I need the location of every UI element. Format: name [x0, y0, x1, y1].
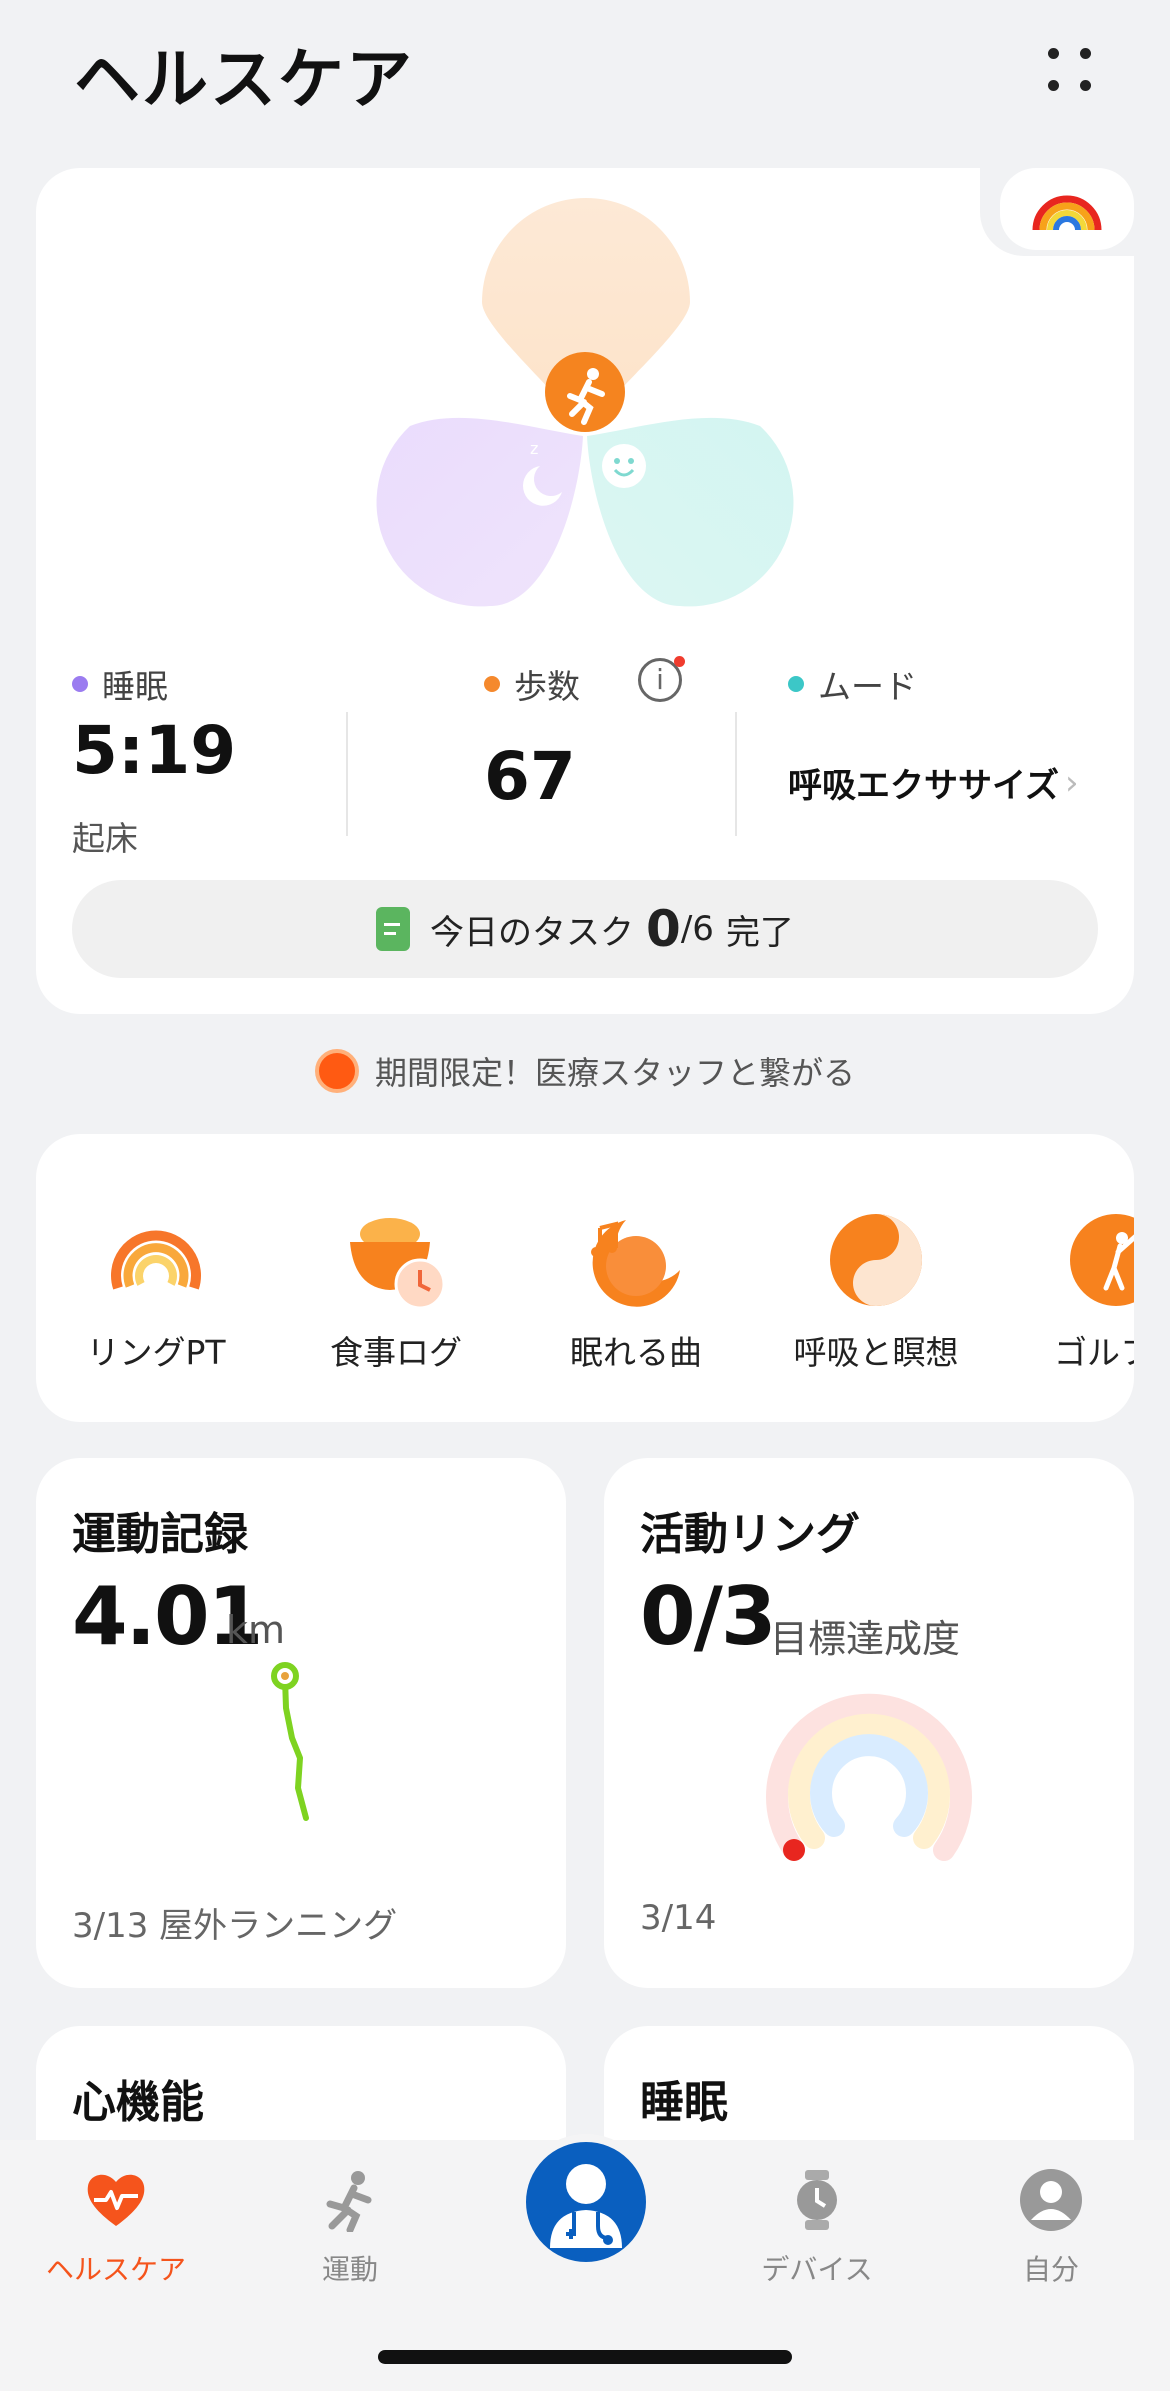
- page-title: ヘルスケア: [74, 41, 414, 118]
- nav-health[interactable]: ヘルスケア: [0, 2140, 236, 2300]
- runner-icon: [545, 352, 625, 432]
- wellness-petal-graphic: z: [376, 198, 794, 607]
- doctor-consult-button[interactable]: [518, 2134, 654, 2270]
- task-done-count: 0: [646, 900, 681, 958]
- rings-card-title: 活動リング: [640, 1509, 860, 1560]
- sleep-label: 睡眠: [72, 660, 168, 708]
- breathing-icon: [830, 1214, 922, 1306]
- rainbow-ring-icon: [1032, 195, 1102, 231]
- task-label: 今日のタスク: [430, 912, 635, 953]
- shortcut-golf[interactable]: ゴルフ: [1006, 1134, 1134, 1422]
- watch-icon: [797, 2170, 837, 2230]
- meal-log-icon: [350, 1218, 446, 1310]
- ring-pt-icon: [111, 1230, 201, 1290]
- today-task-bar[interactable]: 今日のタスク 0 /6 完了: [72, 880, 1098, 978]
- activity-rings-button[interactable]: [1000, 168, 1134, 250]
- more-menu-icon[interactable]: [1040, 40, 1100, 100]
- rings-unit: 目標達成度: [770, 1617, 961, 1661]
- shortcut-meal-log[interactable]: 食事ログ: [286, 1134, 506, 1422]
- exercise-record-card[interactable]: 運動記録 4.01 km 3/13 屋外ランニング: [36, 1458, 566, 1988]
- shortcut-sleep-music[interactable]: 眠れる曲: [526, 1134, 746, 1422]
- notification-dot: [674, 656, 685, 667]
- exercise-date-type: 3/13 屋外ランニング: [72, 1906, 398, 1946]
- steps-value[interactable]: 67: [484, 738, 576, 815]
- divider: [346, 712, 348, 836]
- nav-exercise[interactable]: 運動: [230, 2140, 470, 2300]
- rings-date: 3/14: [640, 1898, 717, 1938]
- doctor-icon: [550, 2164, 622, 2248]
- wake-label: 起床: [72, 819, 138, 858]
- home-indicator: [378, 2350, 792, 2364]
- steps-label: 歩数: [484, 660, 580, 708]
- distance-unit: km: [226, 1608, 286, 1652]
- nav-devices[interactable]: デバイス: [697, 2140, 937, 2300]
- activity-ring-chart: [766, 1693, 972, 1861]
- sleep-card-title: 睡眠: [640, 2077, 728, 2128]
- chevron-right-icon: ›: [1064, 762, 1079, 803]
- route-map-icon: [271, 1662, 309, 1821]
- shortcut-breathing[interactable]: 呼吸と瞑想: [766, 1134, 986, 1422]
- svg-text:z: z: [530, 439, 538, 458]
- profile-icon: [1020, 2169, 1082, 2231]
- activity-rings-card[interactable]: 活動リング 0/3 目標達成度 3/14: [604, 1458, 1134, 1988]
- nav-profile[interactable]: 自分: [931, 2140, 1170, 2300]
- exercise-card-title: 運動記録: [72, 1509, 248, 1560]
- golf-icon: [1070, 1214, 1134, 1306]
- task-doc-icon: [376, 907, 411, 951]
- task-total: /6: [680, 909, 714, 949]
- divider: [735, 712, 737, 836]
- mood-smile-icon: [602, 444, 646, 488]
- rings-value: 0/3: [640, 1570, 777, 1663]
- mood-label: ムード: [788, 660, 917, 708]
- heart-pulse-icon: [87, 2174, 145, 2226]
- shortcut-row: リングPT 食事ログ 眠れる曲 呼吸と瞑想 ゴルフ: [36, 1134, 1134, 1422]
- breathing-exercise-link[interactable]: 呼吸エクササイズ ›: [788, 758, 1079, 807]
- promo-banner[interactable]: 期間限定！医療スタッフと繋がる: [0, 1048, 1170, 1094]
- promo-dot-icon: [314, 1049, 359, 1093]
- sleep-value[interactable]: 5:19: [72, 712, 236, 789]
- shortcut-ring-pt[interactable]: リングPT: [46, 1134, 266, 1422]
- ring-progress-marker: [783, 1839, 805, 1861]
- heart-card-title: 心機能: [72, 2077, 204, 2128]
- task-suffix: 完了: [725, 912, 794, 953]
- runner-icon: [326, 2171, 372, 2232]
- sleep-music-icon: [591, 1220, 680, 1307]
